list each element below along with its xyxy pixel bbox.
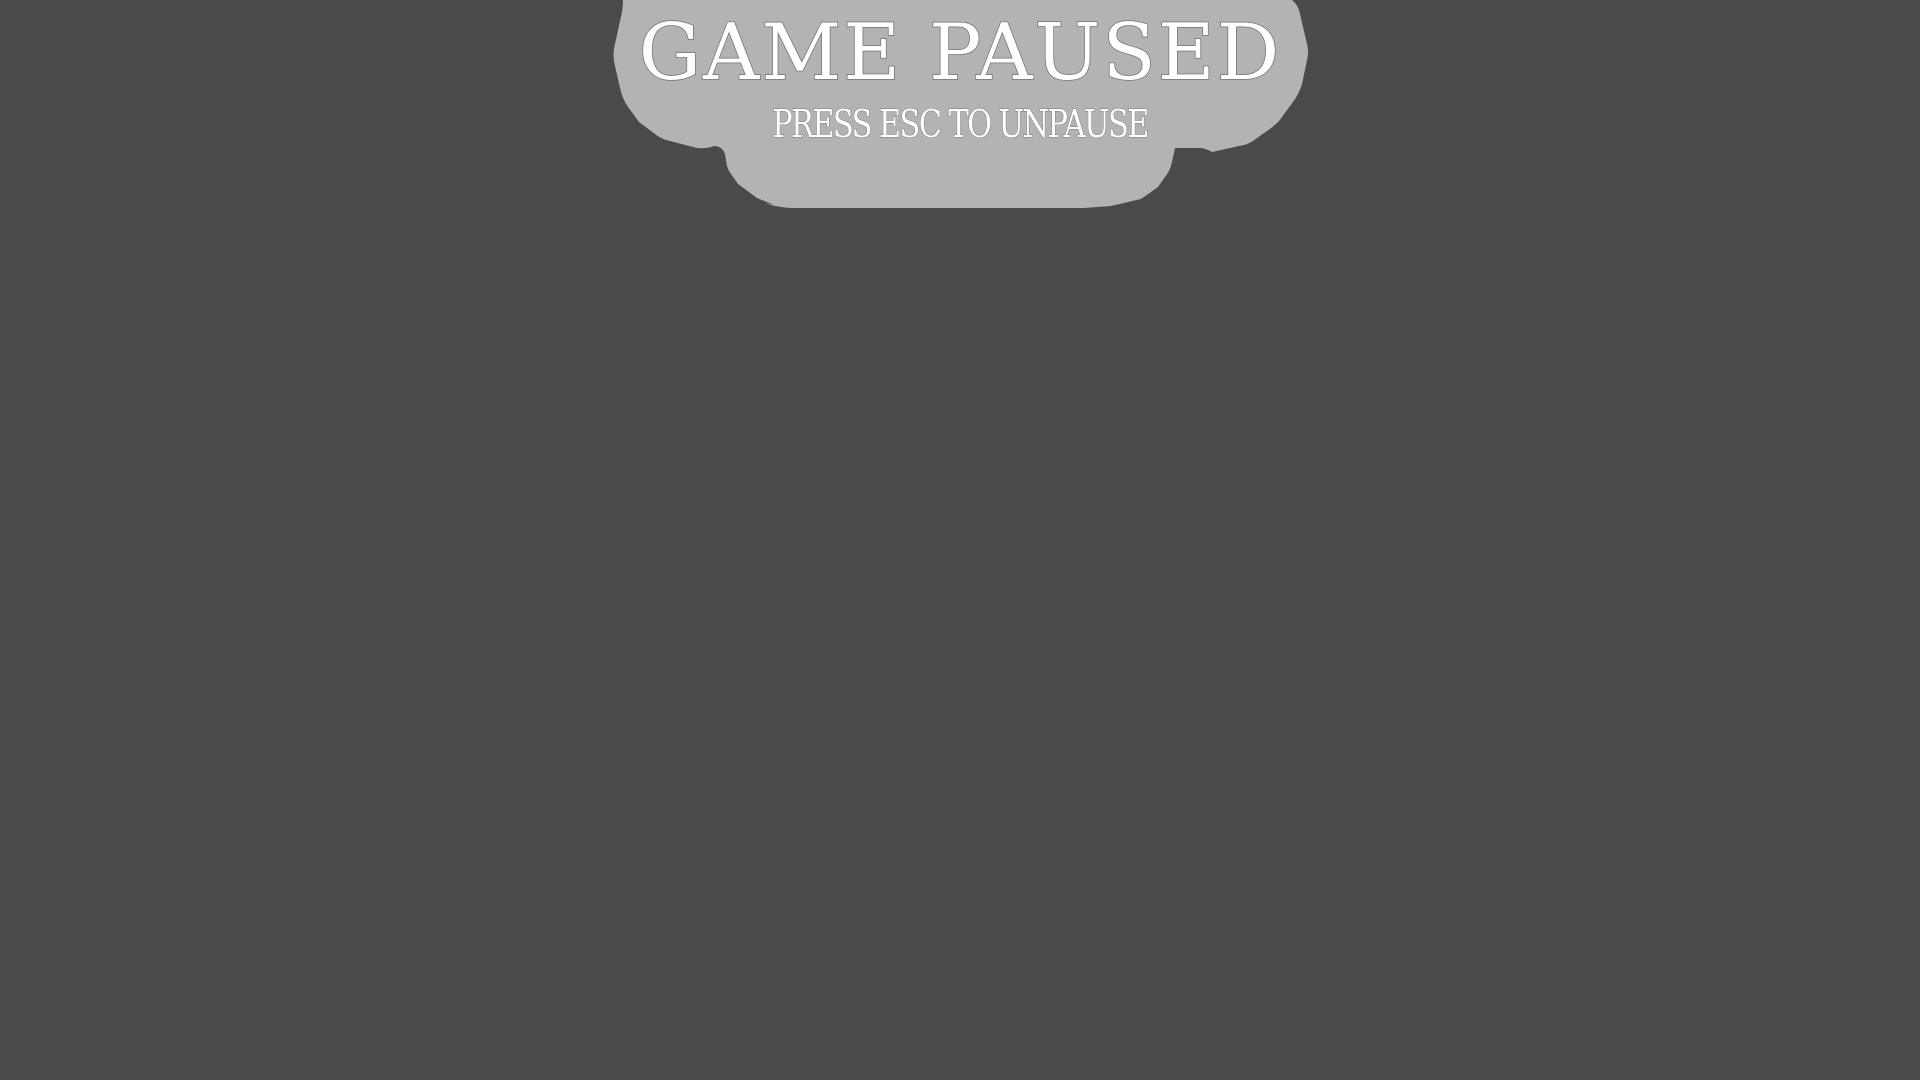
pause-panel — [613, 0, 1308, 208]
pause-overlay: Game Paused Press ESC to unpause — [0, 0, 1920, 1080]
unpause-hint: Press ESC to unpause — [772, 102, 1150, 147]
pause-title: Game Paused — [638, 7, 1282, 99]
game-screen: Game Paused Press ESC to unpause — [0, 0, 1920, 1080]
